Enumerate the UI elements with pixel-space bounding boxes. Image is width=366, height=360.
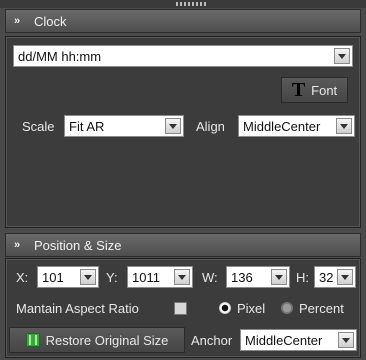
align-value: MiddleCenter [243, 118, 321, 134]
chevron-up-icon[interactable]: » [14, 239, 28, 251]
scale-select[interactable]: Fit AR [64, 115, 184, 137]
align-select[interactable]: MiddleCenter [238, 115, 355, 137]
clock-panel: dd/MM hh:mm T Font Scale Fit AR Align Mi… [5, 36, 361, 228]
position-size-panel: X: 101 Y: 1011 W: 136 H: 32 Mantain Aspe… [5, 258, 361, 358]
w-value: 136 [231, 269, 253, 285]
aspect-ratio-label: Mantain Aspect Ratio [16, 301, 139, 316]
scale-label: Scale [22, 119, 55, 134]
panel-drag-handle[interactable] [0, 0, 366, 8]
grip-dots-icon [176, 2, 206, 6]
h-value: 32 [319, 269, 334, 285]
w-label: W: [202, 270, 218, 285]
position-size-section-header[interactable]: » Position & Size [5, 233, 361, 257]
x-value: 101 [42, 269, 64, 285]
clock-format-value: dd/MM hh:mm [18, 48, 102, 64]
anchor-select[interactable]: MiddleCenter [240, 329, 357, 351]
x-select[interactable]: 101 [37, 266, 99, 288]
w-select[interactable]: 136 [226, 266, 290, 288]
pixel-radio[interactable] [219, 302, 231, 314]
chevron-down-icon[interactable] [165, 118, 181, 134]
percent-radio[interactable] [281, 302, 293, 314]
restore-original-size-button[interactable]: Restore Original Size [9, 327, 185, 353]
x-label: X: [16, 270, 29, 285]
clock-format-select[interactable]: dd/MM hh:mm [13, 45, 353, 67]
pixel-label: Pixel [237, 301, 266, 316]
chevron-up-icon[interactable]: » [14, 15, 28, 27]
y-value: 1011 [132, 269, 160, 285]
h-label: H: [296, 270, 309, 285]
font-button-label: Font [311, 82, 338, 98]
h-select[interactable]: 32 [314, 266, 356, 288]
chevron-down-icon[interactable] [336, 118, 352, 134]
clock-section-title: Clock [34, 13, 67, 29]
y-label: Y: [106, 270, 118, 285]
restore-size-icon [25, 333, 40, 347]
aspect-ratio-checkbox[interactable] [174, 302, 187, 315]
chevron-down-icon[interactable] [334, 48, 350, 64]
clock-section-header[interactable]: » Clock [5, 9, 361, 33]
restore-button-label: Restore Original Size [45, 332, 169, 348]
chevron-down-icon[interactable] [174, 269, 190, 285]
font-button[interactable]: T Font [281, 77, 348, 103]
align-label: Align [196, 119, 225, 134]
chevron-down-icon[interactable] [80, 269, 96, 285]
anchor-value: MiddleCenter [245, 332, 323, 348]
scale-value: Fit AR [69, 118, 105, 134]
anchor-label: Anchor [191, 333, 233, 348]
chevron-down-icon[interactable] [337, 269, 353, 285]
y-select[interactable]: 1011 [127, 266, 193, 288]
chevron-down-icon[interactable] [271, 269, 287, 285]
position-size-section-title: Position & Size [34, 237, 122, 253]
percent-label: Percent [299, 301, 344, 316]
font-T-icon: T [291, 78, 306, 101]
chevron-down-icon[interactable] [338, 332, 354, 348]
